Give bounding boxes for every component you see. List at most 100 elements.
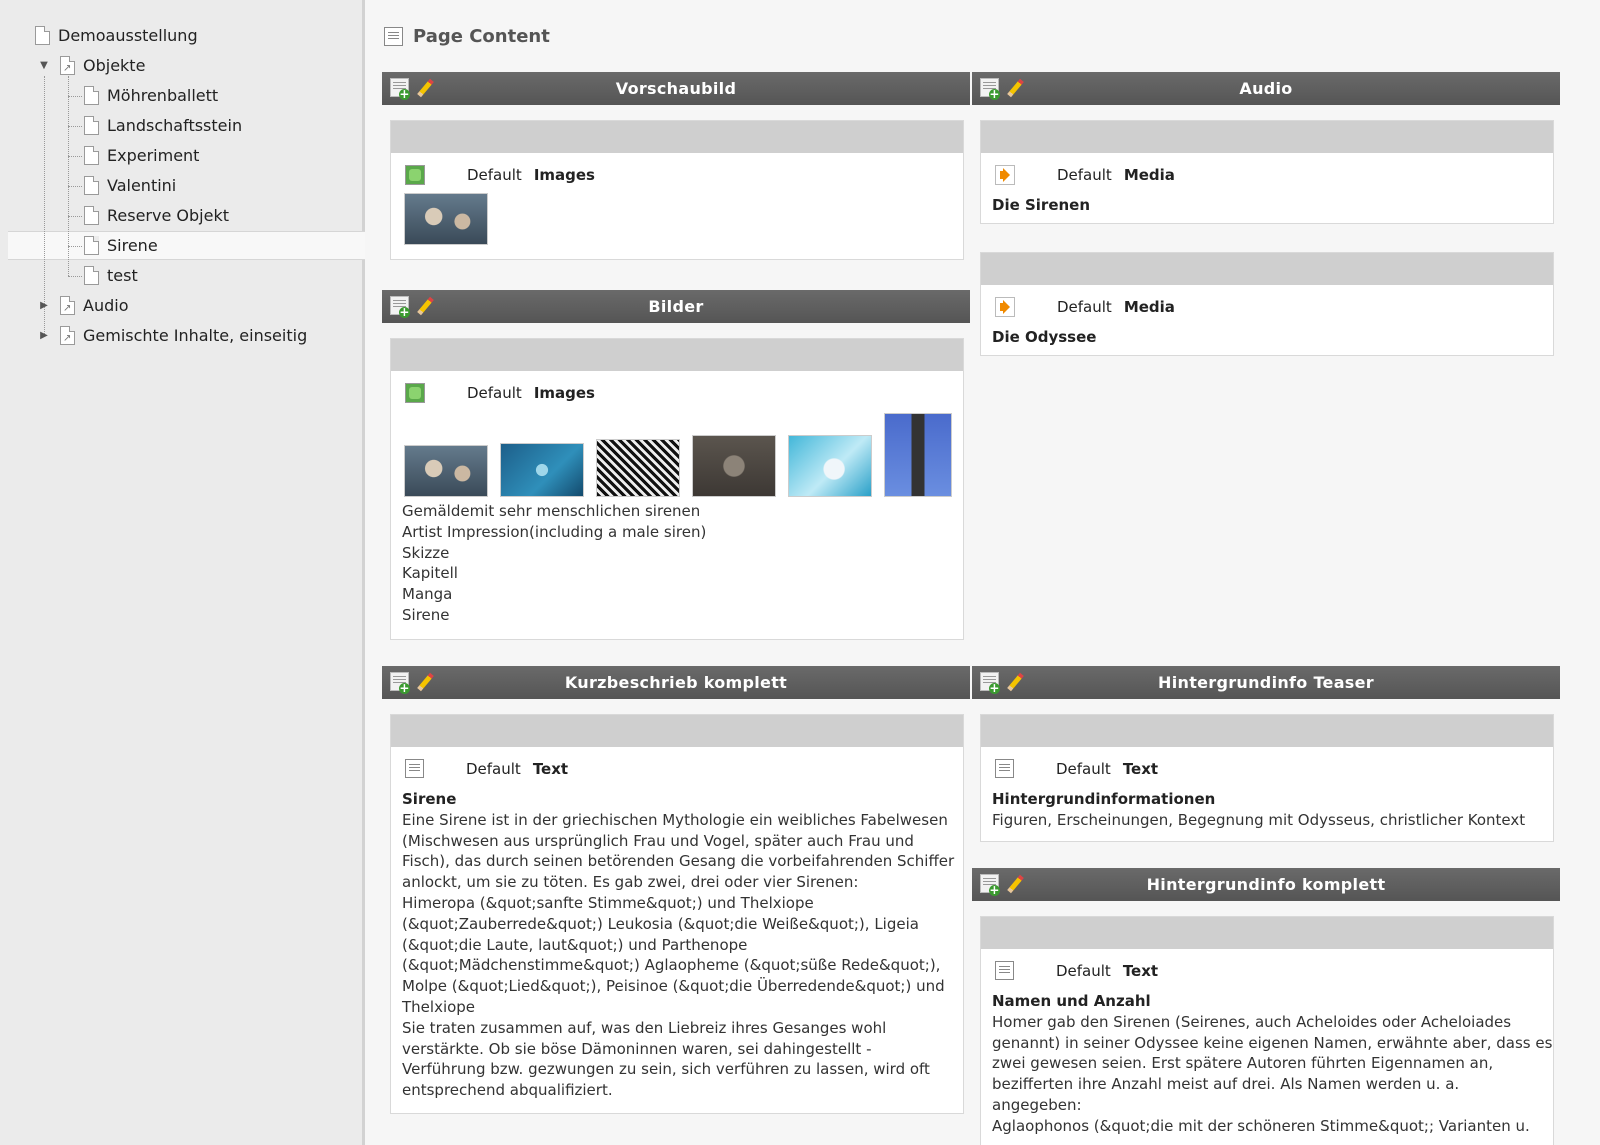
edit-pencil-icon[interactable] — [415, 296, 435, 316]
shortcut-page-icon — [60, 325, 75, 345]
page-icon — [84, 265, 99, 285]
column-title: Hintergrundinfo Teaser — [1158, 673, 1374, 692]
element-type: Images — [533, 166, 595, 184]
shortcut-page-icon — [60, 55, 75, 75]
edit-pencil-icon[interactable] — [1005, 672, 1025, 692]
tree-line — [68, 126, 82, 127]
body-line: Sie traten zusammen auf, was den Liebrei… — [402, 1018, 887, 1037]
element-header-bar — [981, 121, 1553, 153]
element-type: Media — [1123, 298, 1175, 316]
column-title: Vorschaubild — [615, 79, 737, 98]
image-thumbnail[interactable] — [884, 413, 952, 497]
body-line: Himeropa (&quot;sanfte Stimme&quot;) und… — [402, 893, 814, 912]
body-line: zwei gewesen seien. Erst spätere Autoren… — [992, 1054, 1494, 1073]
element-type: Images — [533, 384, 595, 402]
tree-item-valentini[interactable]: Valentini — [84, 172, 176, 198]
collapse-arrow-icon[interactable]: ▼ — [38, 59, 50, 71]
image-caption: Manga — [402, 585, 453, 604]
body-line: verstärkte. Ob sie böse Dämoninnen waren… — [402, 1039, 872, 1058]
tree-item-moehrenballett[interactable]: Möhrenballett — [84, 82, 218, 108]
new-content-icon[interactable] — [390, 296, 410, 318]
content-element-teaser[interactable]: Default Text Hintergrundinformationen Fi… — [980, 714, 1554, 842]
tree-item-label: Möhrenballett — [107, 85, 219, 105]
expand-arrow-icon[interactable]: ▶ — [38, 329, 50, 341]
tree-item-experiment[interactable]: Experiment — [84, 142, 199, 168]
body-line: (&quot;Mädchenstimme&quot;) Aglaopheme (… — [402, 956, 941, 975]
page-icon — [84, 115, 99, 135]
tree-item-audio[interactable]: Audio — [60, 292, 128, 318]
image-caption: Gemäldemit sehr menschlichen sirenen — [402, 502, 701, 520]
speaker-icon — [995, 297, 1015, 317]
tree-line — [68, 216, 82, 217]
element-type: Text — [532, 759, 569, 778]
tree-item-label: Audio — [83, 295, 129, 315]
page-icon — [84, 145, 99, 165]
element-heading: Die Sirenen — [992, 196, 1091, 214]
content-element-vorschau[interactable]: Default Images — [390, 120, 964, 260]
body-line: (&quot;die Laute, laut&quot;) und Parthe… — [402, 935, 748, 954]
image-thumbnail[interactable] — [404, 193, 488, 245]
element-header-bar — [391, 339, 963, 371]
element-layout: Default — [467, 166, 522, 184]
tree-item-gemischte-inhalte[interactable]: Gemischte Inhalte, einseitig — [60, 322, 307, 348]
body-line: Aglaophonos (&quot;die mit der schöneren… — [992, 1116, 1530, 1135]
image-caption: Artist Impression(including a male siren… — [402, 522, 707, 541]
text-type-icon — [405, 759, 424, 778]
content-element-bilder[interactable]: Default Images Gemäldemit sehr menschlic… — [390, 338, 964, 640]
page-tree: Demoausstellung ▼ Objekte Möhrenballett … — [0, 0, 365, 1145]
tree-item-label: Valentini — [107, 175, 177, 195]
content-element-audio-1[interactable]: Default Media Die Sirenen — [980, 120, 1554, 224]
image-thumbnail[interactable] — [500, 443, 584, 497]
body-line: genannt) in seiner Odyssee keine eigenen… — [992, 1033, 1553, 1052]
edit-pencil-icon[interactable] — [415, 78, 435, 98]
element-header-bar — [391, 121, 963, 153]
column-header-bilder: Bilder — [382, 290, 970, 323]
edit-pencil-icon[interactable] — [1005, 874, 1025, 894]
images-type-icon — [405, 165, 425, 185]
tree-item-label: Reserve Objekt — [107, 205, 229, 225]
element-type: Text — [1122, 759, 1159, 778]
new-content-icon[interactable] — [390, 672, 410, 694]
image-thumbnail[interactable] — [596, 439, 680, 497]
tree-line — [68, 156, 82, 157]
new-content-icon[interactable] — [980, 78, 1000, 100]
column-title: Hintergrundinfo komplett — [1146, 875, 1386, 894]
tree-line — [68, 276, 82, 277]
body-line: Eine Sirene ist in der griechischen Myth… — [402, 810, 948, 829]
tree-item-test[interactable]: test — [84, 262, 138, 288]
image-thumbnail[interactable] — [404, 445, 488, 497]
new-content-icon[interactable] — [390, 78, 410, 100]
element-type: Text — [1122, 961, 1159, 980]
content-element-kurzbeschrieb[interactable]: Default Text Sirene Eine Sirene ist in d… — [390, 714, 964, 1114]
body-line: Figuren, Erscheinungen, Begegnung mit Od… — [992, 810, 1526, 829]
page-content-icon — [384, 27, 403, 46]
new-content-icon[interactable] — [980, 672, 1000, 694]
image-thumbnail[interactable] — [692, 435, 776, 497]
content-element-audio-2[interactable]: Default Media Die Odyssee — [980, 252, 1554, 356]
body-line: (Mischwesen aus ursprünglich Frau und Vo… — [402, 831, 914, 850]
body-line: Thelxiope — [402, 997, 476, 1016]
tree-item-reserve-objekt[interactable]: Reserve Objekt — [84, 202, 229, 228]
tree-item-label: Experiment — [107, 145, 200, 165]
edit-pencil-icon[interactable] — [1005, 78, 1025, 98]
tree-item-sirene[interactable]: Sirene — [84, 232, 158, 258]
column-title: Kurzbeschrieb komplett — [564, 673, 788, 692]
tree-item-landschaftsstein[interactable]: Landschaftsstein — [84, 112, 242, 138]
page-icon — [84, 235, 99, 255]
body-line: Verführung bzw. gezwungen zu sein, sich … — [402, 1060, 930, 1079]
image-caption: Skizze — [402, 543, 450, 562]
tree-item-objekte[interactable]: Objekte — [60, 52, 145, 78]
tree-selection-highlight — [8, 231, 365, 260]
tree-line — [68, 246, 82, 247]
edit-pencil-icon[interactable] — [415, 672, 435, 692]
content-element-komplett[interactable]: Default Text Namen und Anzahl Homer gab … — [980, 916, 1554, 1145]
element-header-bar — [391, 715, 963, 747]
tree-item-demoausstellung[interactable]: Demoausstellung — [35, 22, 198, 48]
image-caption: Kapitell — [402, 564, 458, 583]
expand-arrow-icon[interactable]: ▶ — [38, 299, 50, 311]
body-line: angegeben: — [992, 1095, 1082, 1114]
new-content-icon[interactable] — [980, 874, 1000, 896]
tree-line — [68, 96, 82, 97]
element-header-bar — [981, 715, 1553, 747]
image-thumbnail[interactable] — [788, 435, 872, 497]
